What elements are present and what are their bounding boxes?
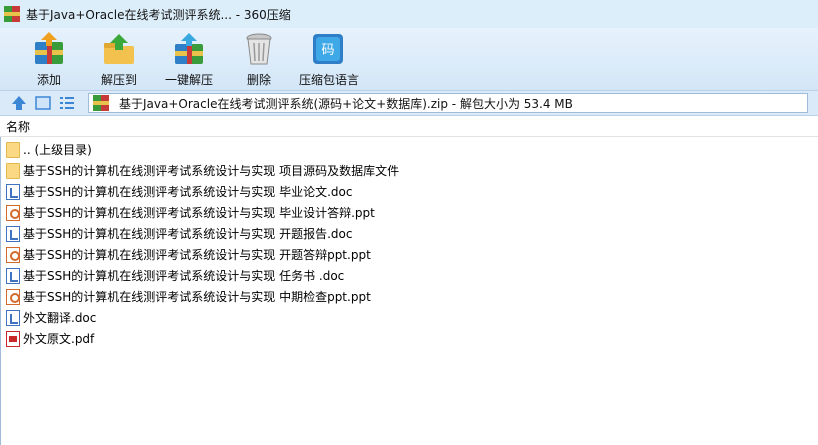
extract-to-button[interactable]: 解压到 [84, 28, 154, 90]
add-archive-icon [31, 32, 67, 66]
path-bar[interactable]: 基于Java+Oracle在线考试测评系统(源码+论文+数据库).zip - 解… [88, 93, 808, 113]
list-item[interactable]: 基于SSH的计算机在线测评考试系统设计与实现 项目源码及数据库文件 [0, 160, 818, 181]
thumbnail-view-button[interactable] [32, 93, 54, 113]
archive-language-icon: 码 [311, 32, 347, 66]
archive-file-icon [93, 95, 109, 111]
quick-extract-label: 一键解压 [164, 73, 213, 87]
list-item[interactable]: 基于SSH的计算机在线测评考试系统设计与实现 毕业论文.doc [0, 181, 818, 202]
column-header-label: 名称 [6, 120, 31, 134]
list-view-icon [60, 97, 74, 109]
archive-language-glyph: 码 [321, 43, 334, 58]
delete-icon [241, 32, 277, 66]
word-document-icon [6, 183, 20, 200]
quick-extract-button[interactable]: 一键解压 [154, 28, 224, 90]
list-item[interactable]: 外文翻译.doc [0, 307, 818, 328]
app-logo-icon [4, 6, 20, 22]
extract-to-icon [101, 32, 137, 66]
delete-button[interactable]: 删除 [224, 28, 294, 90]
thumbnail-view-icon [35, 96, 51, 110]
powerpoint-icon [6, 288, 20, 305]
file-name: 基于SSH的计算机在线测评考试系统设计与实现 项目源码及数据库文件 [23, 164, 400, 178]
word-document-icon [6, 267, 20, 284]
file-name: 外文翻译.doc [23, 311, 97, 325]
file-name: 基于SSH的计算机在线测评考试系统设计与实现 中期检查ppt.ppt [23, 290, 371, 304]
powerpoint-icon [6, 204, 20, 221]
up-level-button[interactable] [8, 93, 30, 113]
file-name: 基于SSH的计算机在线测评考试系统设计与实现 开题报告.doc [23, 227, 353, 241]
navigation-bar: 基于Java+Oracle在线考试测评系统(源码+论文+数据库).zip - 解… [0, 90, 818, 116]
file-name: .. (上级目录) [23, 143, 92, 157]
quick-extract-icon [171, 32, 207, 66]
file-name: 基于SSH的计算机在线测评考试系统设计与实现 毕业论文.doc [23, 185, 353, 199]
list-item[interactable]: .. (上级目录) [0, 139, 818, 160]
path-text: 基于Java+Oracle在线考试测评系统(源码+论文+数据库).zip - 解… [119, 96, 573, 111]
title-bar: 基于Java+Oracle在线考试测评系统... - 360压缩 [0, 0, 818, 28]
archive-language-label: 压缩包语言 [298, 73, 359, 87]
add-button-label: 添加 [36, 73, 61, 87]
pdf-icon [6, 330, 20, 347]
file-list: .. (上级目录) 基于SSH的计算机在线测评考试系统设计与实现 项目源码及数据… [0, 139, 818, 349]
list-item[interactable]: 外文原文.pdf [0, 328, 818, 349]
folder-icon [6, 162, 20, 179]
list-view-button[interactable] [56, 93, 78, 113]
add-button[interactable]: 添加 [14, 28, 84, 90]
list-item[interactable]: 基于SSH的计算机在线测评考试系统设计与实现 任务书 .doc [0, 265, 818, 286]
file-name: 基于SSH的计算机在线测评考试系统设计与实现 开题答辩ppt.ppt [23, 248, 371, 262]
word-document-icon [6, 309, 20, 326]
list-item[interactable]: 基于SSH的计算机在线测评考试系统设计与实现 毕业设计答辩.ppt [0, 202, 818, 223]
file-name: 基于SSH的计算机在线测评考试系统设计与实现 毕业设计答辩.ppt [23, 206, 375, 220]
powerpoint-icon [6, 246, 20, 263]
arrow-up-icon [12, 96, 26, 110]
list-item[interactable]: 基于SSH的计算机在线测评考试系统设计与实现 开题答辩ppt.ppt [0, 244, 818, 265]
word-document-icon [6, 225, 20, 242]
list-item[interactable]: 基于SSH的计算机在线测评考试系统设计与实现 开题报告.doc [0, 223, 818, 244]
window-title: 基于Java+Oracle在线考试测评系统... - 360压缩 [26, 7, 291, 22]
folder-icon [6, 141, 20, 158]
toolbar: 添加 解压到 一键解压 删除 码 压缩包语言 [0, 28, 818, 90]
column-header-name[interactable]: 名称 [0, 117, 818, 137]
delete-label: 删除 [246, 73, 271, 87]
file-name: 基于SSH的计算机在线测评考试系统设计与实现 任务书 .doc [23, 269, 345, 283]
file-name: 外文原文.pdf [23, 332, 95, 346]
extract-to-label: 解压到 [100, 73, 137, 87]
archive-language-button[interactable]: 码 压缩包语言 [294, 28, 364, 90]
list-item[interactable]: 基于SSH的计算机在线测评考试系统设计与实现 中期检查ppt.ppt [0, 286, 818, 307]
